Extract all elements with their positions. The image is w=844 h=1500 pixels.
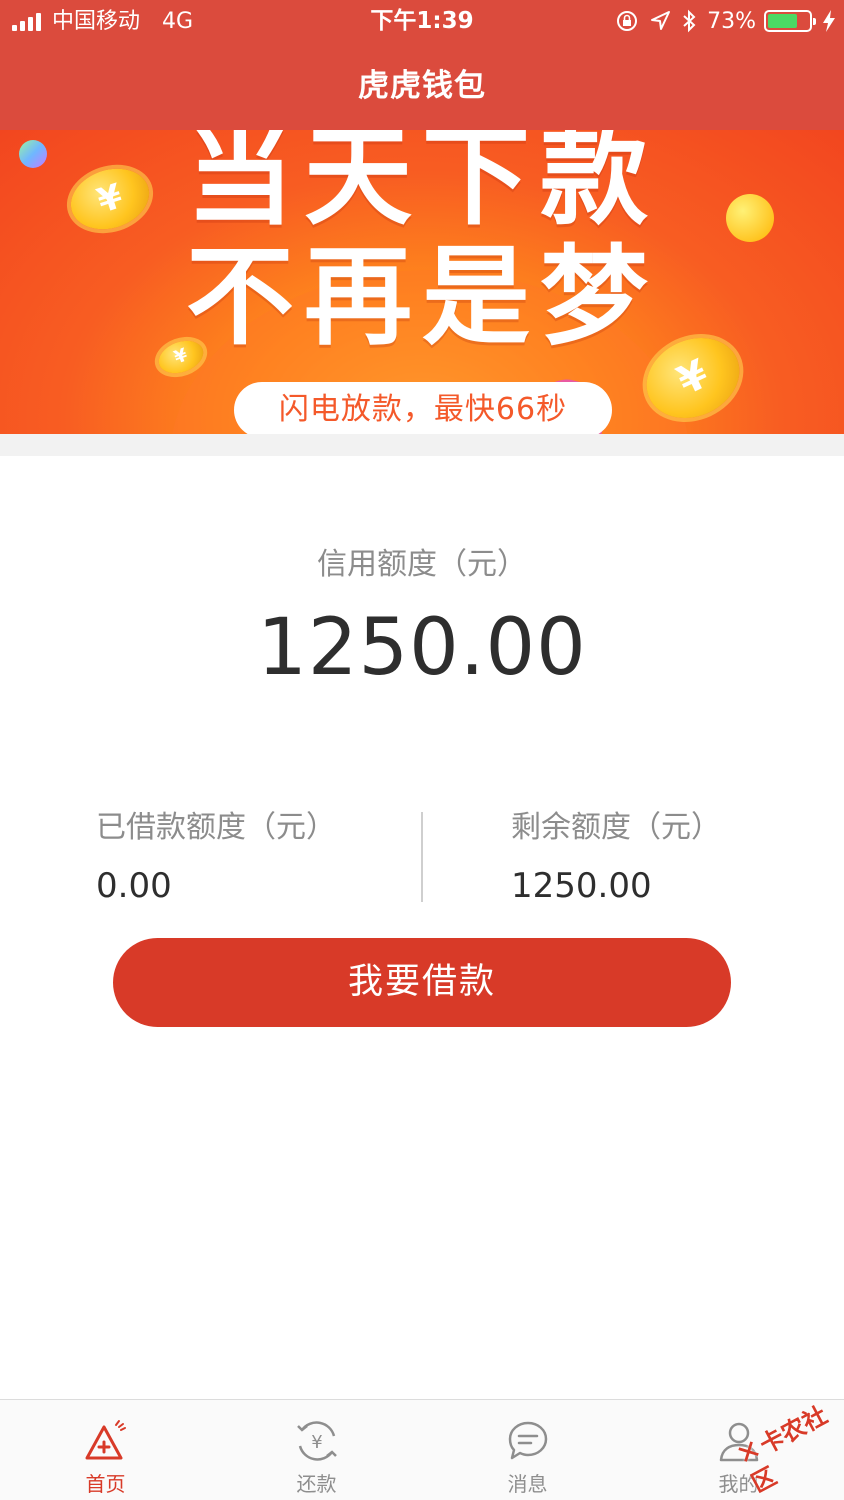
banner-pill: 闪电放款，最快66秒 <box>234 382 612 434</box>
tab-label: 我的 <box>718 1472 759 1496</box>
tab-label: 还款 <box>296 1472 337 1496</box>
bluetooth-icon <box>683 9 696 33</box>
rotation-lock-icon <box>617 11 638 31</box>
promo-banner[interactable]: ¥ ¥ ¥ 当天下款 不再是梦 闪电放款，最快66秒 <box>0 130 844 434</box>
tab-messages[interactable]: 消息 <box>422 1400 633 1500</box>
status-right: 73% <box>605 6 836 36</box>
message-bubble-icon <box>508 1421 547 1460</box>
credit-limit-label: 信用额度（元） <box>317 547 527 582</box>
remaining-label: 剩余额度（元） <box>511 810 721 845</box>
location-arrow-icon <box>651 11 671 30</box>
svg-text:¥: ¥ <box>311 1432 322 1453</box>
charging-bolt-icon <box>823 10 835 32</box>
borrowed-label: 已借款额度（元） <box>96 810 336 845</box>
battery-percent: 73% <box>707 8 756 34</box>
remaining-value: 1250.00 <box>511 866 652 906</box>
tab-bar: 首页 ¥ 还款 消息 我的 <box>0 1399 844 1500</box>
tab-repay[interactable]: ¥ 还款 <box>211 1400 422 1500</box>
nav-title: 虎虎钱包 <box>0 42 844 130</box>
status-bar: 中国移动 4G 下午1:39 73% <box>0 0 844 42</box>
tab-home[interactable]: 首页 <box>0 1400 211 1500</box>
tab-label: 消息 <box>507 1472 548 1496</box>
banner-headline: 当天下款 <box>185 130 658 240</box>
borrowed-amount: 已借款额度（元） 0.00 <box>96 806 336 908</box>
tab-label: 首页 <box>85 1472 126 1496</box>
credit-limit-value: 1250.00 <box>257 603 587 693</box>
section-divider <box>0 434 844 456</box>
battery-icon <box>764 10 816 32</box>
remaining-amount: 剩余额度（元） 1250.00 <box>511 806 721 908</box>
home-triangle-icon <box>85 1420 126 1460</box>
banner-subheadline: 不再是梦 <box>185 235 658 360</box>
borrow-button[interactable]: 我要借款 <box>113 938 731 1027</box>
stat-divider <box>421 812 423 902</box>
borrowed-value: 0.00 <box>96 866 172 906</box>
repay-yen-icon: ¥ <box>296 1421 337 1461</box>
